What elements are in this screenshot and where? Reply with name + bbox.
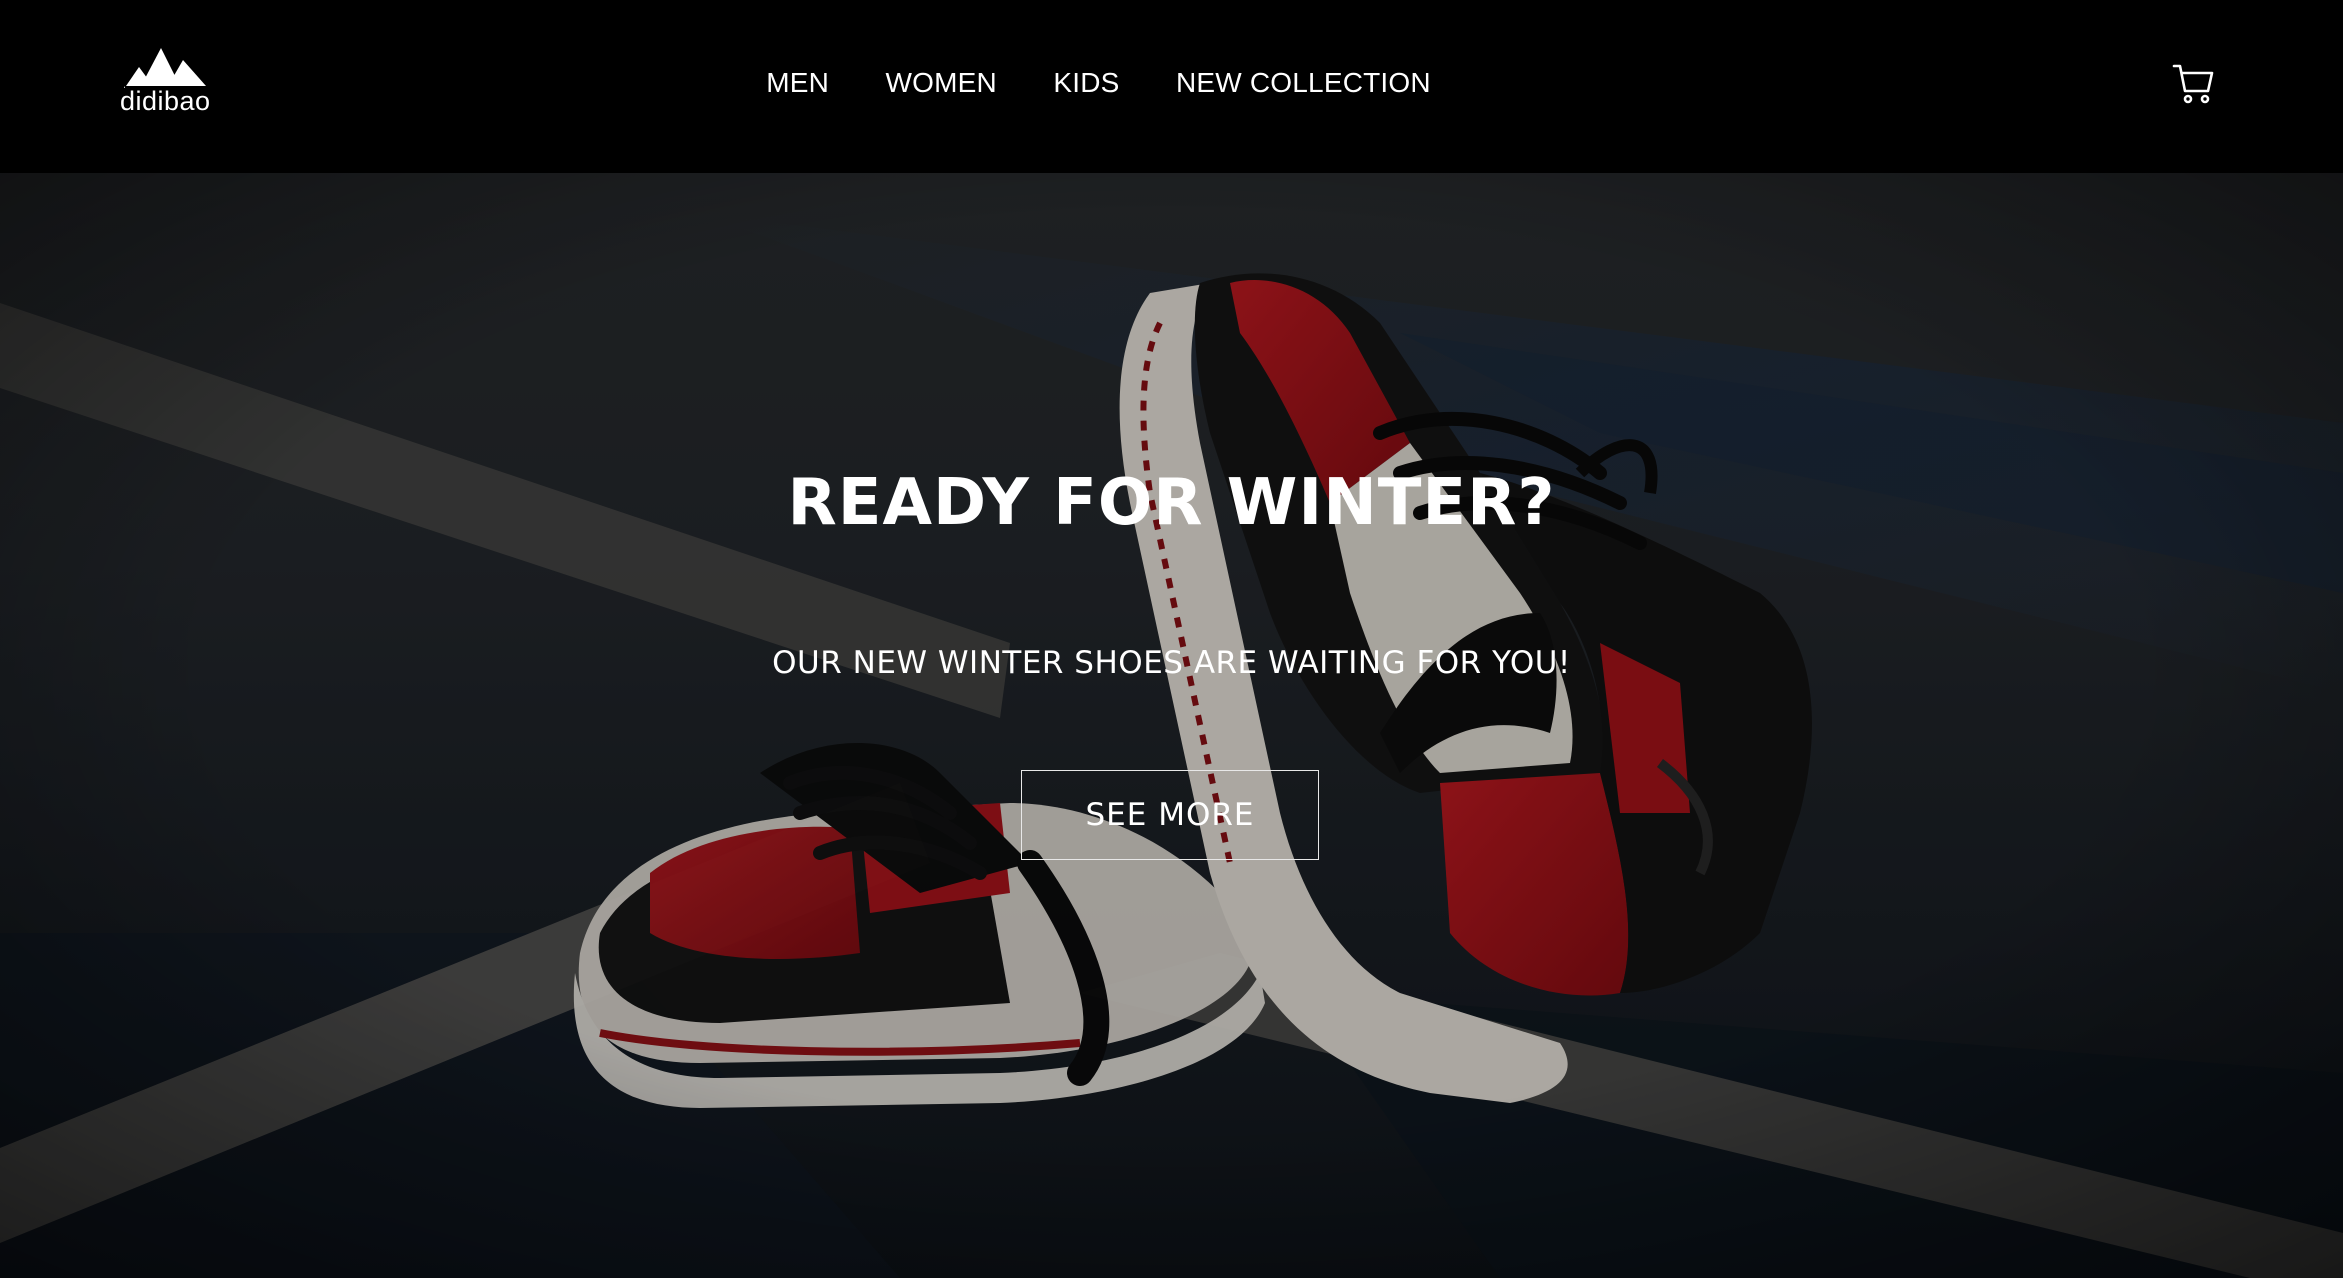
nav-item-women[interactable]: WOMEN bbox=[885, 66, 996, 100]
hero-subtitle: OUR NEW WINTER SHOES ARE WAITING FOR YOU… bbox=[772, 645, 1571, 681]
three-stripes-logo-icon bbox=[124, 48, 206, 88]
nav-item-new-collection[interactable]: NEW COLLECTION bbox=[1176, 66, 1431, 100]
hero-title: READY FOR WINTER? bbox=[787, 466, 1556, 540]
shopping-cart-icon bbox=[2172, 64, 2214, 104]
nav-item-men[interactable]: MEN bbox=[766, 66, 829, 100]
brand-logo[interactable]: didibao bbox=[120, 46, 210, 118]
nav-item-kids[interactable]: KIDS bbox=[1053, 66, 1119, 100]
cart-button[interactable] bbox=[2172, 62, 2216, 106]
main-nav: MEN WOMEN KIDS NEW COLLECTION bbox=[0, 66, 2343, 100]
brand-name: didibao bbox=[120, 86, 211, 116]
page: didibao MEN WOMEN KIDS NEW COLLECTION RE… bbox=[0, 0, 2343, 1278]
see-more-button[interactable]: SEE MORE bbox=[1021, 770, 1319, 860]
navbar: didibao MEN WOMEN KIDS NEW COLLECTION bbox=[0, 0, 2343, 173]
hero-overlay bbox=[0, 173, 2343, 1278]
hero-section: READY FOR WINTER? OUR NEW WINTER SHOES A… bbox=[0, 173, 2343, 1278]
